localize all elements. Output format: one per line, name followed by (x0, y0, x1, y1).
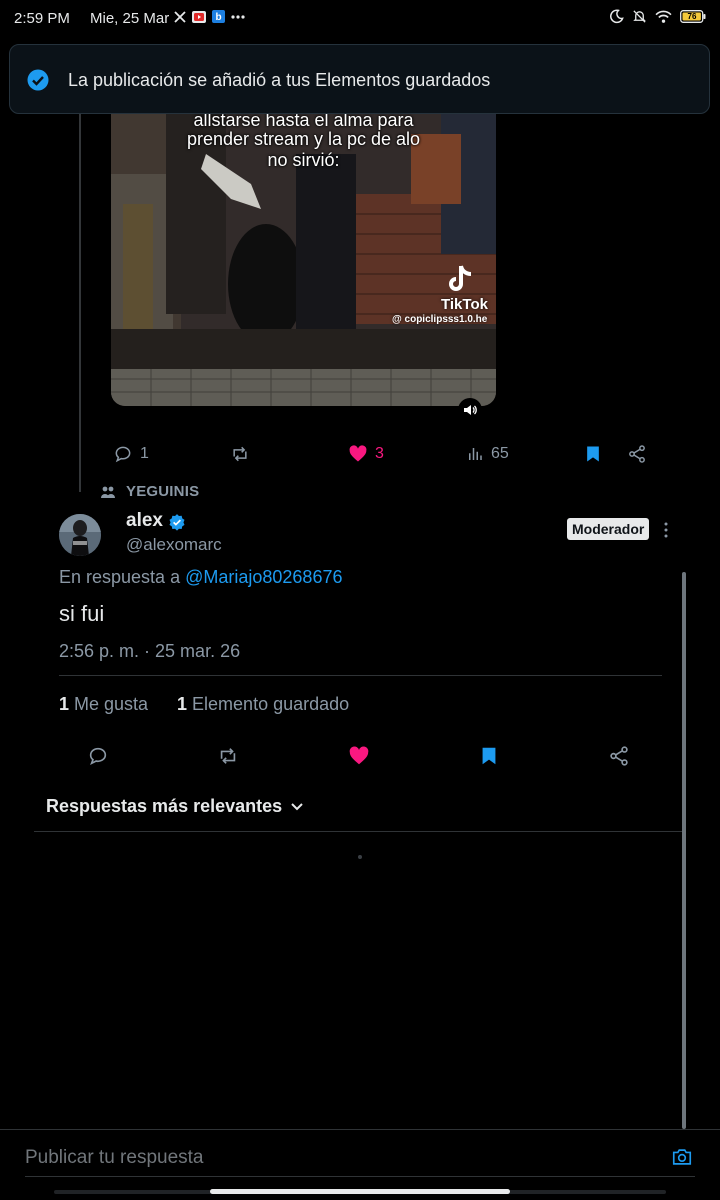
bluesky-icon: b (212, 10, 225, 23)
video-caption-line-3: no sirvió: (267, 150, 340, 170)
thread-line (79, 114, 81, 492)
reply-handle-link[interactable]: @Mariajo80268676 (185, 567, 342, 587)
check-circle-icon (27, 69, 49, 91)
camera-icon (672, 1149, 692, 1165)
share-action[interactable] (627, 442, 647, 466)
status-bar: 2:59 PM Mie, 25 Mar b 76 (0, 0, 720, 36)
divider (0, 1129, 720, 1130)
post-timestamp[interactable]: 2:56 p. m. · 25 mar. 26 (59, 641, 240, 662)
youtube-icon (192, 10, 206, 23)
system-icons: 76 (609, 9, 706, 24)
wifi-icon (655, 10, 672, 23)
tiktok-watermark: TikTok (441, 296, 488, 313)
status-time: 2:59 PM (14, 10, 70, 27)
volume-button[interactable] (458, 398, 482, 422)
reply-action[interactable]: 1 (113, 442, 149, 466)
heart-filled-icon (348, 444, 368, 464)
bookmarks-stat-count: 1 (177, 694, 188, 714)
tiktok-logo-icon (447, 264, 487, 294)
verified-badge-icon (168, 513, 186, 531)
battery-icon: 76 (680, 10, 706, 23)
battery-level: 76 (687, 12, 697, 21)
community-people-icon (100, 485, 116, 499)
repost-icon (217, 745, 239, 767)
like-button[interactable] (348, 744, 370, 768)
loading-indicator (358, 855, 362, 859)
repost-action[interactable] (230, 442, 250, 466)
repost-icon (230, 444, 250, 464)
moderator-badge: Moderador (567, 518, 650, 540)
author-handle[interactable]: @alexomarc (126, 535, 222, 555)
speaker-icon (464, 405, 477, 415)
chevron-down-icon (290, 802, 304, 812)
notification-icons: b (174, 10, 245, 23)
views-action[interactable]: 65 (466, 442, 509, 466)
more-options-button[interactable] (657, 519, 675, 541)
bookmarks-stat[interactable]: 1 Elemento guardado (177, 694, 349, 715)
reply-icon (113, 444, 133, 464)
post-text: si fui (59, 601, 105, 626)
replies-sort-dropdown[interactable]: Respuestas más relevantes (46, 796, 304, 817)
status-date: Mie, 25 Mar (90, 10, 170, 27)
x-app-icon (174, 10, 186, 23)
reply-context: En respuesta a @Mariajo80268676 (59, 567, 342, 588)
bookmarks-stat-label: Elemento guardado (192, 694, 350, 714)
tiktok-handle: @ copiclipsss1.0.he (392, 314, 488, 325)
replies-sort-label: Respuestas más relevantes (46, 796, 283, 816)
repost-button[interactable] (217, 744, 239, 768)
likes-stat[interactable]: 1 Me gusta (59, 694, 148, 715)
share-icon (627, 444, 647, 464)
bookmark-filled-icon (583, 444, 603, 464)
reply-button[interactable] (87, 744, 109, 768)
bookmark-action[interactable] (583, 442, 603, 466)
divider (59, 675, 662, 676)
video-thumbnail[interactable]: allstarse hasta el alma para prender str… (111, 114, 496, 406)
video-caption-line-2: prender stream y la pc de alo (186, 129, 421, 149)
scrollbar[interactable] (682, 572, 686, 1129)
community-label[interactable]: YEGUINIS (100, 483, 199, 500)
reply-count: 1 (140, 445, 149, 462)
community-name: YEGUINIS (126, 483, 200, 500)
reply-icon (87, 745, 109, 767)
reply-prefix: En respuesta a (59, 567, 181, 587)
share-icon (608, 745, 630, 767)
moon-icon (609, 9, 624, 24)
analytics-icon (466, 445, 484, 463)
bell-off-icon (632, 9, 647, 24)
like-count: 3 (375, 445, 384, 462)
views-count: 65 (491, 445, 509, 462)
divider (34, 831, 686, 832)
share-button[interactable] (608, 744, 630, 768)
bookmark-button[interactable] (478, 744, 500, 768)
bookmark-filled-icon (478, 745, 500, 767)
saved-toast: La publicación se añadió a tus Elementos… (9, 44, 710, 114)
like-action[interactable]: 3 (348, 442, 384, 466)
home-gesture-bar[interactable] (210, 1189, 510, 1194)
likes-stat-count: 1 (59, 694, 70, 714)
svg-text:b: b (215, 12, 221, 23)
more-vertical-icon (664, 522, 668, 538)
avatar[interactable] (59, 514, 101, 556)
heart-filled-icon (348, 745, 370, 767)
camera-button[interactable] (671, 1146, 693, 1168)
toast-message: La publicación se añadió a tus Elementos… (68, 70, 491, 90)
author-name[interactable]: alex (126, 510, 163, 532)
likes-stat-label: Me gusta (74, 694, 149, 714)
more-notifications-icon (231, 14, 245, 19)
reply-composer-input[interactable]: Publicar tu respuesta (25, 1147, 204, 1169)
divider (25, 1176, 695, 1177)
